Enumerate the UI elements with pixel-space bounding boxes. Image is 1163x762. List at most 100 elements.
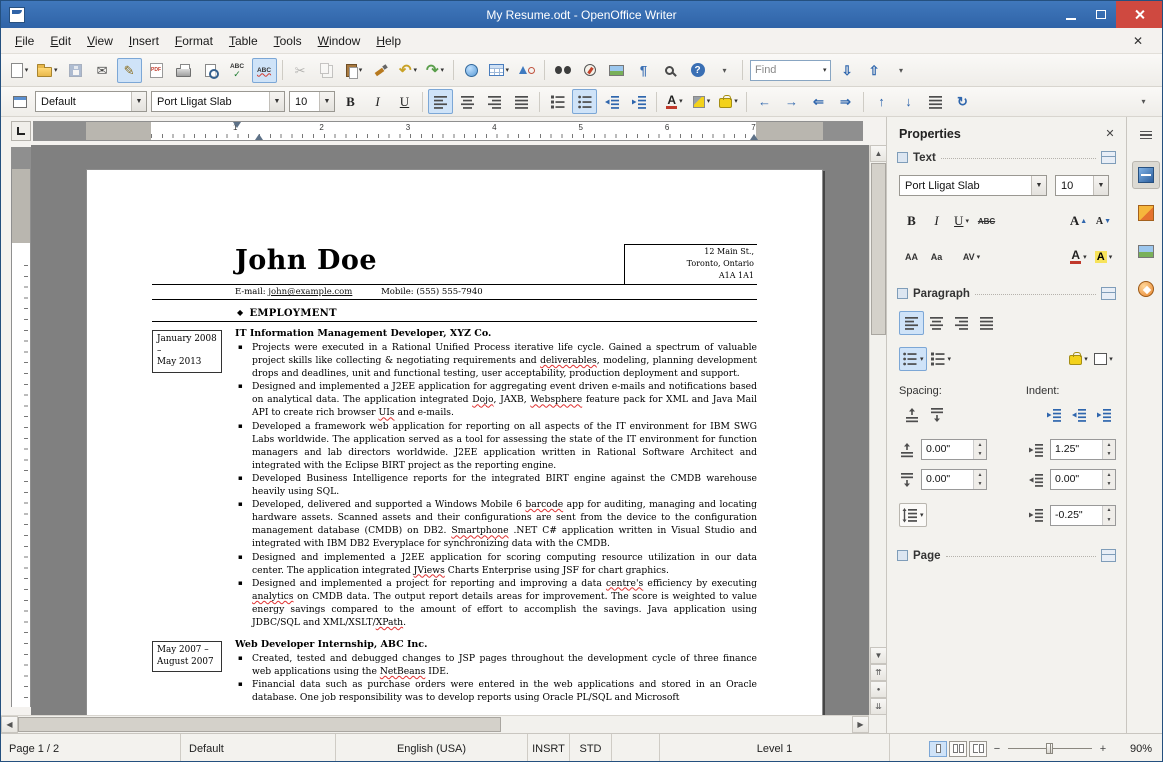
find-previous-button[interactable]: ⇧: [862, 58, 887, 83]
zoom-in-button[interactable]: +: [1096, 742, 1110, 756]
below-paragraph-spacing-field[interactable]: 0.00" ▲ ▼: [921, 469, 987, 490]
menu-item[interactable]: Tools: [266, 30, 310, 52]
spellcheck-button[interactable]: ABC ✓: [225, 58, 250, 83]
demote-one-level-button[interactable]: →: [779, 89, 804, 114]
vertical-scrollbar-thumb[interactable]: [871, 163, 886, 335]
scroll-down-button[interactable]: ▼: [870, 647, 887, 664]
navigation-button[interactable]: ●: [870, 681, 887, 698]
after-text-indent-field[interactable]: 0.00" ▲ ▼: [1050, 469, 1116, 490]
zoom-percent[interactable]: 90%: [1116, 743, 1152, 755]
align-center-button[interactable]: [455, 89, 480, 114]
hyperlink-button[interactable]: [459, 58, 484, 83]
menu-item[interactable]: Help: [368, 30, 409, 52]
statusbar-page[interactable]: Page 1 / 2: [1, 734, 181, 761]
combo-dropdown-icon[interactable]: ▼: [269, 92, 284, 111]
before-text-indent-field[interactable]: 1.25" ▲ ▼: [1050, 439, 1116, 460]
combo-dropdown-icon[interactable]: ▼: [1093, 176, 1108, 195]
horizontal-ruler[interactable]: 1 2 3 4 5 6 7: [33, 121, 863, 141]
print-preview-button[interactable]: [198, 58, 223, 83]
scroll-right-button[interactable]: ▶: [852, 716, 869, 733]
bullets-button[interactable]: [572, 89, 597, 114]
character-spacing-button[interactable]: AV ▾: [959, 245, 984, 269]
increase-spacing-button[interactable]: [899, 403, 924, 427]
decrease-spacing-button[interactable]: [924, 403, 949, 427]
numbering-button[interactable]: [545, 89, 570, 114]
sidebar-font-color-button[interactable]: A ▾: [1066, 245, 1091, 269]
minimize-button[interactable]: [1056, 1, 1086, 28]
find-input[interactable]: [751, 62, 822, 78]
statusbar-language[interactable]: English (USA): [336, 734, 528, 761]
edit-mode-button[interactable]: ✎: [116, 57, 142, 83]
paragraph-borders-button[interactable]: ▾: [1091, 347, 1116, 371]
menu-item[interactable]: File: [7, 30, 42, 52]
page-section-options-icon[interactable]: [1101, 549, 1116, 562]
maximize-button[interactable]: [1086, 1, 1116, 28]
lowercase-button[interactable]: Aa: [924, 245, 949, 269]
increase-indent-button[interactable]: [626, 89, 651, 114]
decrease-indent-button[interactable]: [599, 89, 624, 114]
align-left-button[interactable]: [428, 89, 453, 114]
styles-panel-button[interactable]: [7, 89, 32, 114]
font-size-combobox[interactable]: 10 ▼: [289, 91, 335, 112]
decrease-indent-button[interactable]: [1066, 403, 1091, 427]
document-page[interactable]: John Doe 12 Main St., Toronto, Ontario A1A…: [86, 169, 823, 715]
document-area[interactable]: John Doe 12 Main St., Toronto, Ontario A1A…: [31, 145, 869, 715]
multi-page-view-button[interactable]: [949, 740, 967, 757]
restart-numbering-button[interactable]: ↻: [950, 89, 975, 114]
horizontal-scrollbar-thumb[interactable]: [18, 717, 501, 732]
spin-down-icon[interactable]: ▼: [974, 479, 986, 489]
combo-dropdown-icon[interactable]: ▼: [131, 92, 146, 111]
bold-button[interactable]: B: [338, 89, 363, 114]
cut-button[interactable]: ✂: [288, 58, 313, 83]
sidebar-justify-button[interactable]: [974, 311, 999, 335]
zoom-button[interactable]: [658, 58, 683, 83]
background-color-button[interactable]: ▾: [716, 89, 741, 114]
section-expander-icon[interactable]: [897, 550, 908, 561]
clone-formatting-button[interactable]: [369, 58, 394, 83]
sidebar-strikethrough-button[interactable]: ABC: [974, 209, 999, 233]
menu-item[interactable]: View: [79, 30, 121, 52]
open-button[interactable]: ▾: [34, 58, 61, 83]
insert-unnumbered-entry-button[interactable]: [923, 89, 948, 114]
menu-item[interactable]: Table: [221, 30, 266, 52]
sidebar-align-right-button[interactable]: [949, 311, 974, 335]
statusbar-signature[interactable]: [612, 734, 660, 761]
switch-indent-button[interactable]: [1091, 403, 1116, 427]
zoom-slider[interactable]: [1008, 741, 1092, 756]
find-dropdown-caret-icon[interactable]: ▾: [823, 67, 827, 74]
next-page-button[interactable]: ⇊: [870, 698, 887, 715]
horizontal-scrollbar[interactable]: ◀ ▶: [1, 715, 869, 733]
sidebar-bold-button[interactable]: B: [899, 209, 924, 233]
show-draw-functions-button[interactable]: [514, 58, 539, 83]
find-replace-button[interactable]: [550, 58, 575, 83]
menu-item[interactable]: Format: [167, 30, 221, 52]
spin-down-icon[interactable]: ▼: [1103, 479, 1115, 489]
combo-dropdown-icon[interactable]: ▼: [319, 92, 334, 111]
vertical-scrollbar[interactable]: ▲ ▼ ⇈ ● ⇊: [869, 145, 887, 715]
menu-item[interactable]: Edit: [42, 30, 79, 52]
demote-with-subpoints-button[interactable]: ⇒: [833, 89, 858, 114]
vertical-ruler[interactable]: [11, 147, 31, 707]
sidebar-align-center-button[interactable]: [924, 311, 949, 335]
statusbar-selection-mode[interactable]: STD: [570, 734, 612, 761]
move-up-button[interactable]: ↑: [869, 89, 894, 114]
spin-down-icon[interactable]: ▼: [1103, 449, 1115, 459]
left-indent-marker[interactable]: [255, 134, 263, 140]
auto-spellcheck-button[interactable]: ABC: [251, 57, 277, 83]
sidebar-bullets-dropdown[interactable]: ▾: [899, 347, 927, 371]
sidebar-font-name-combobox[interactable]: Port Lligat Slab ▼: [899, 175, 1047, 196]
help-button[interactable]: ?: [685, 58, 710, 83]
justify-button[interactable]: [509, 89, 534, 114]
combo-dropdown-icon[interactable]: ▼: [1031, 176, 1046, 195]
close-button[interactable]: [1116, 1, 1162, 28]
promote-with-subpoints-button[interactable]: ⇐: [806, 89, 831, 114]
statusbar-outline-level[interactable]: Level 1: [660, 734, 890, 761]
first-line-indent-marker[interactable]: [233, 122, 241, 128]
spin-up-icon[interactable]: ▲: [1103, 440, 1115, 450]
tab-stop-type-selector[interactable]: [11, 121, 31, 141]
email-document-button[interactable]: ✉: [90, 58, 115, 83]
sidebar-italic-button[interactable]: I: [924, 209, 949, 233]
page-section-header[interactable]: Page: [897, 549, 1116, 562]
spin-up-icon[interactable]: ▲: [974, 440, 986, 450]
toolbar-options-button[interactable]: ▾: [1131, 89, 1156, 114]
